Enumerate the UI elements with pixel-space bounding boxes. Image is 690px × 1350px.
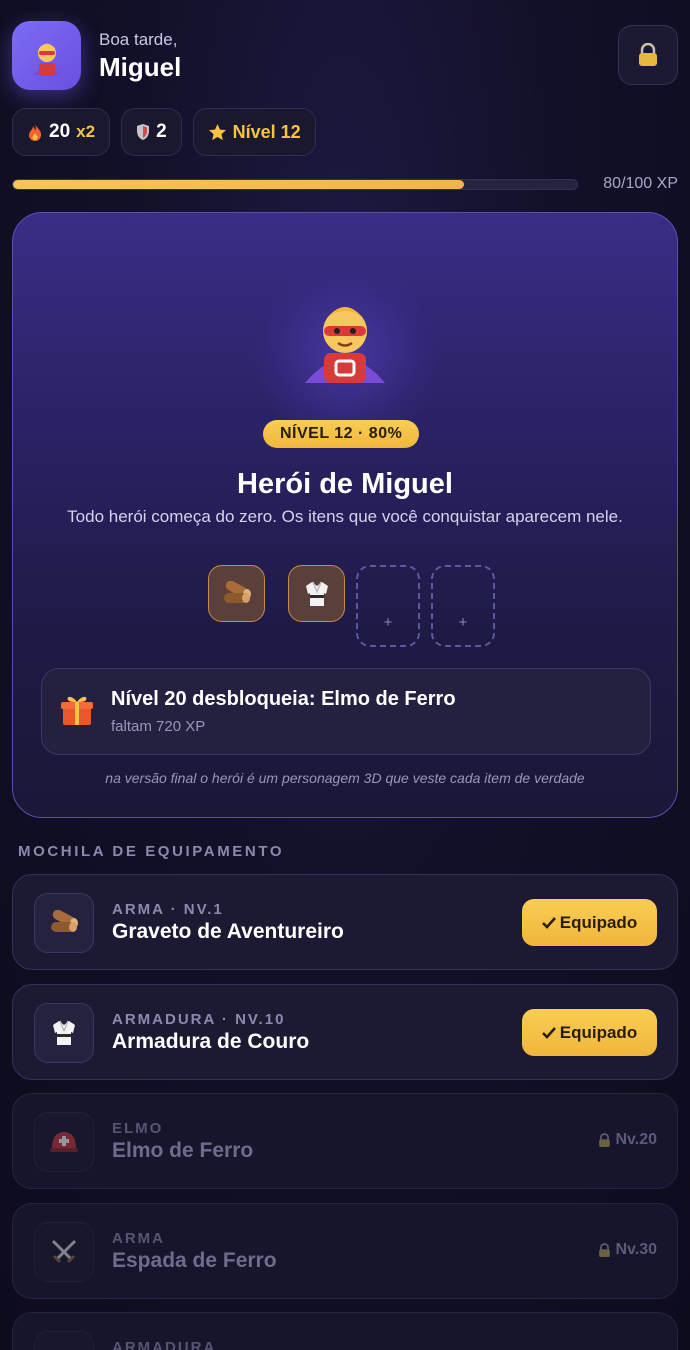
equipment-slot-weapon[interactable] bbox=[208, 565, 265, 622]
item-icon-box bbox=[34, 1222, 94, 1282]
item-icon-box bbox=[34, 893, 94, 953]
shields-value: 2 bbox=[156, 121, 167, 142]
shield-icon bbox=[137, 124, 150, 140]
gift-icon bbox=[60, 693, 94, 734]
hero-figure bbox=[13, 291, 677, 405]
backpack-item-locked[interactable]: ARMA Espada de Ferro Nv.30 bbox=[12, 1203, 678, 1299]
required-level: Nv.20 bbox=[598, 1131, 657, 1149]
item-category: ARMA · NV.1 bbox=[112, 901, 224, 918]
next-unlock-box: Nível 20 desbloqueia: Elmo de Ferro falt… bbox=[41, 668, 651, 755]
xp-progress-bar bbox=[12, 179, 578, 190]
shields-pill[interactable]: 2 bbox=[121, 108, 182, 156]
unlock-subtitle: faltam 720 XP bbox=[111, 718, 206, 735]
greeting-text: Boa tarde, bbox=[99, 30, 178, 49]
header: Boa tarde, Miguel bbox=[12, 20, 678, 90]
hero-note: na versão final o herói é um personagem … bbox=[105, 770, 585, 786]
level-pill[interactable]: Nível 12 bbox=[192, 108, 316, 156]
item-name: Armadura de Couro bbox=[112, 1030, 310, 1053]
user-name: Miguel bbox=[99, 52, 182, 82]
streak-pill[interactable]: 20 x2 bbox=[12, 108, 111, 156]
stats-bar: 20 x2 2 Nível 12 bbox=[12, 108, 316, 156]
equipment-slot-empty[interactable]: + bbox=[356, 565, 420, 647]
backpack-item[interactable]: ARMADURA · NV.10 Armadura de Couro Equip… bbox=[12, 984, 678, 1080]
required-level-label: Nv.30 bbox=[615, 1241, 657, 1258]
item-category: ARMADURA · NV.10 bbox=[112, 1011, 286, 1028]
checkmark-icon bbox=[541, 916, 556, 929]
equipment-slot-armor[interactable] bbox=[288, 565, 345, 622]
flame-icon bbox=[29, 123, 42, 141]
equipped-label: Equipado bbox=[559, 912, 638, 932]
gi-armor-icon bbox=[53, 1020, 75, 1045]
helmet-icon bbox=[50, 1132, 78, 1152]
star-icon bbox=[208, 123, 226, 140]
item-category: ELMO bbox=[112, 1120, 164, 1137]
lock-icon bbox=[599, 1242, 611, 1257]
lock-icon bbox=[599, 1132, 611, 1147]
checkmark-icon bbox=[541, 1026, 556, 1039]
backpack-item-locked[interactable]: ARMADURA bbox=[12, 1312, 678, 1350]
gi-armor-icon bbox=[305, 581, 328, 606]
crossed-swords-icon bbox=[51, 1239, 77, 1264]
level-label: Nível 12 bbox=[232, 121, 301, 142]
streak-value: 20 bbox=[49, 121, 71, 142]
item-icon-box bbox=[34, 1003, 94, 1063]
item-category: ARMA bbox=[112, 1230, 165, 1247]
equipment-slot-empty[interactable]: + bbox=[431, 565, 495, 647]
xp-text: 80/100 XP bbox=[603, 175, 678, 192]
equipped-button[interactable]: Equipado bbox=[522, 1009, 657, 1056]
item-category: ARMADURA bbox=[112, 1339, 217, 1350]
unlock-title: Nível 20 desbloqueia: Elmo de Ferro bbox=[111, 688, 456, 710]
required-level: Nv.30 bbox=[598, 1241, 657, 1259]
equipped-label: Equipado bbox=[559, 1022, 638, 1042]
backpack-item[interactable]: ARMA · NV.1 Graveto de Aventureiro Equip… bbox=[12, 874, 678, 970]
wood-icon bbox=[51, 910, 78, 932]
backpack-item-locked[interactable]: ELMO Elmo de Ferro Nv.20 bbox=[12, 1093, 678, 1189]
superhero-icon bbox=[32, 43, 61, 76]
streak-multiplier: x2 bbox=[76, 122, 96, 141]
item-icon-box bbox=[34, 1112, 94, 1172]
xp-progress-fill bbox=[13, 180, 465, 189]
hero-level-badge: NÍVEL 12 · 80% bbox=[263, 420, 420, 448]
backpack-title: MOCHILA DE EQUIPAMENTO bbox=[18, 843, 285, 860]
item-name: Elmo de Ferro bbox=[112, 1139, 254, 1162]
required-level-label: Nv.20 bbox=[615, 1131, 657, 1148]
avatar[interactable] bbox=[12, 21, 81, 90]
item-name: Espada de Ferro bbox=[112, 1249, 277, 1272]
item-icon-box bbox=[34, 1331, 94, 1350]
item-name: Graveto de Aventureiro bbox=[112, 920, 344, 943]
hero-title: Herói de Miguel bbox=[237, 468, 453, 500]
equipped-button[interactable]: Equipado bbox=[522, 899, 657, 946]
lock-button[interactable] bbox=[618, 25, 678, 85]
wood-icon bbox=[223, 580, 251, 603]
hero-card: NÍVEL 12 · 80% Herói de Miguel Todo heró… bbox=[12, 212, 678, 818]
hero-subtitle: Todo herói começa do zero. Os itens que … bbox=[67, 507, 623, 526]
superhero-icon bbox=[305, 307, 385, 383]
lock-icon bbox=[639, 43, 657, 66]
